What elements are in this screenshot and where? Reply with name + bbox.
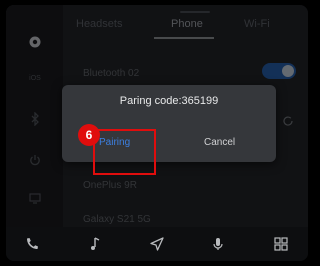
music-icon[interactable] [87, 236, 103, 252]
microphone-icon[interactable] [210, 236, 226, 252]
navigation-icon[interactable] [149, 236, 165, 252]
apps-grid-icon[interactable] [273, 236, 289, 252]
car-screen: iOS Headsets Phone Wi-Fi Bluetooth 02 On… [6, 5, 308, 261]
highlight-box [93, 129, 156, 175]
dialog-title: Paring code:365199 [119, 95, 219, 107]
phone-icon[interactable] [24, 236, 40, 252]
step-badge: 6 [78, 124, 100, 146]
cancel-button[interactable]: Cancel [204, 137, 235, 148]
bottom-nav-bar [6, 227, 308, 261]
